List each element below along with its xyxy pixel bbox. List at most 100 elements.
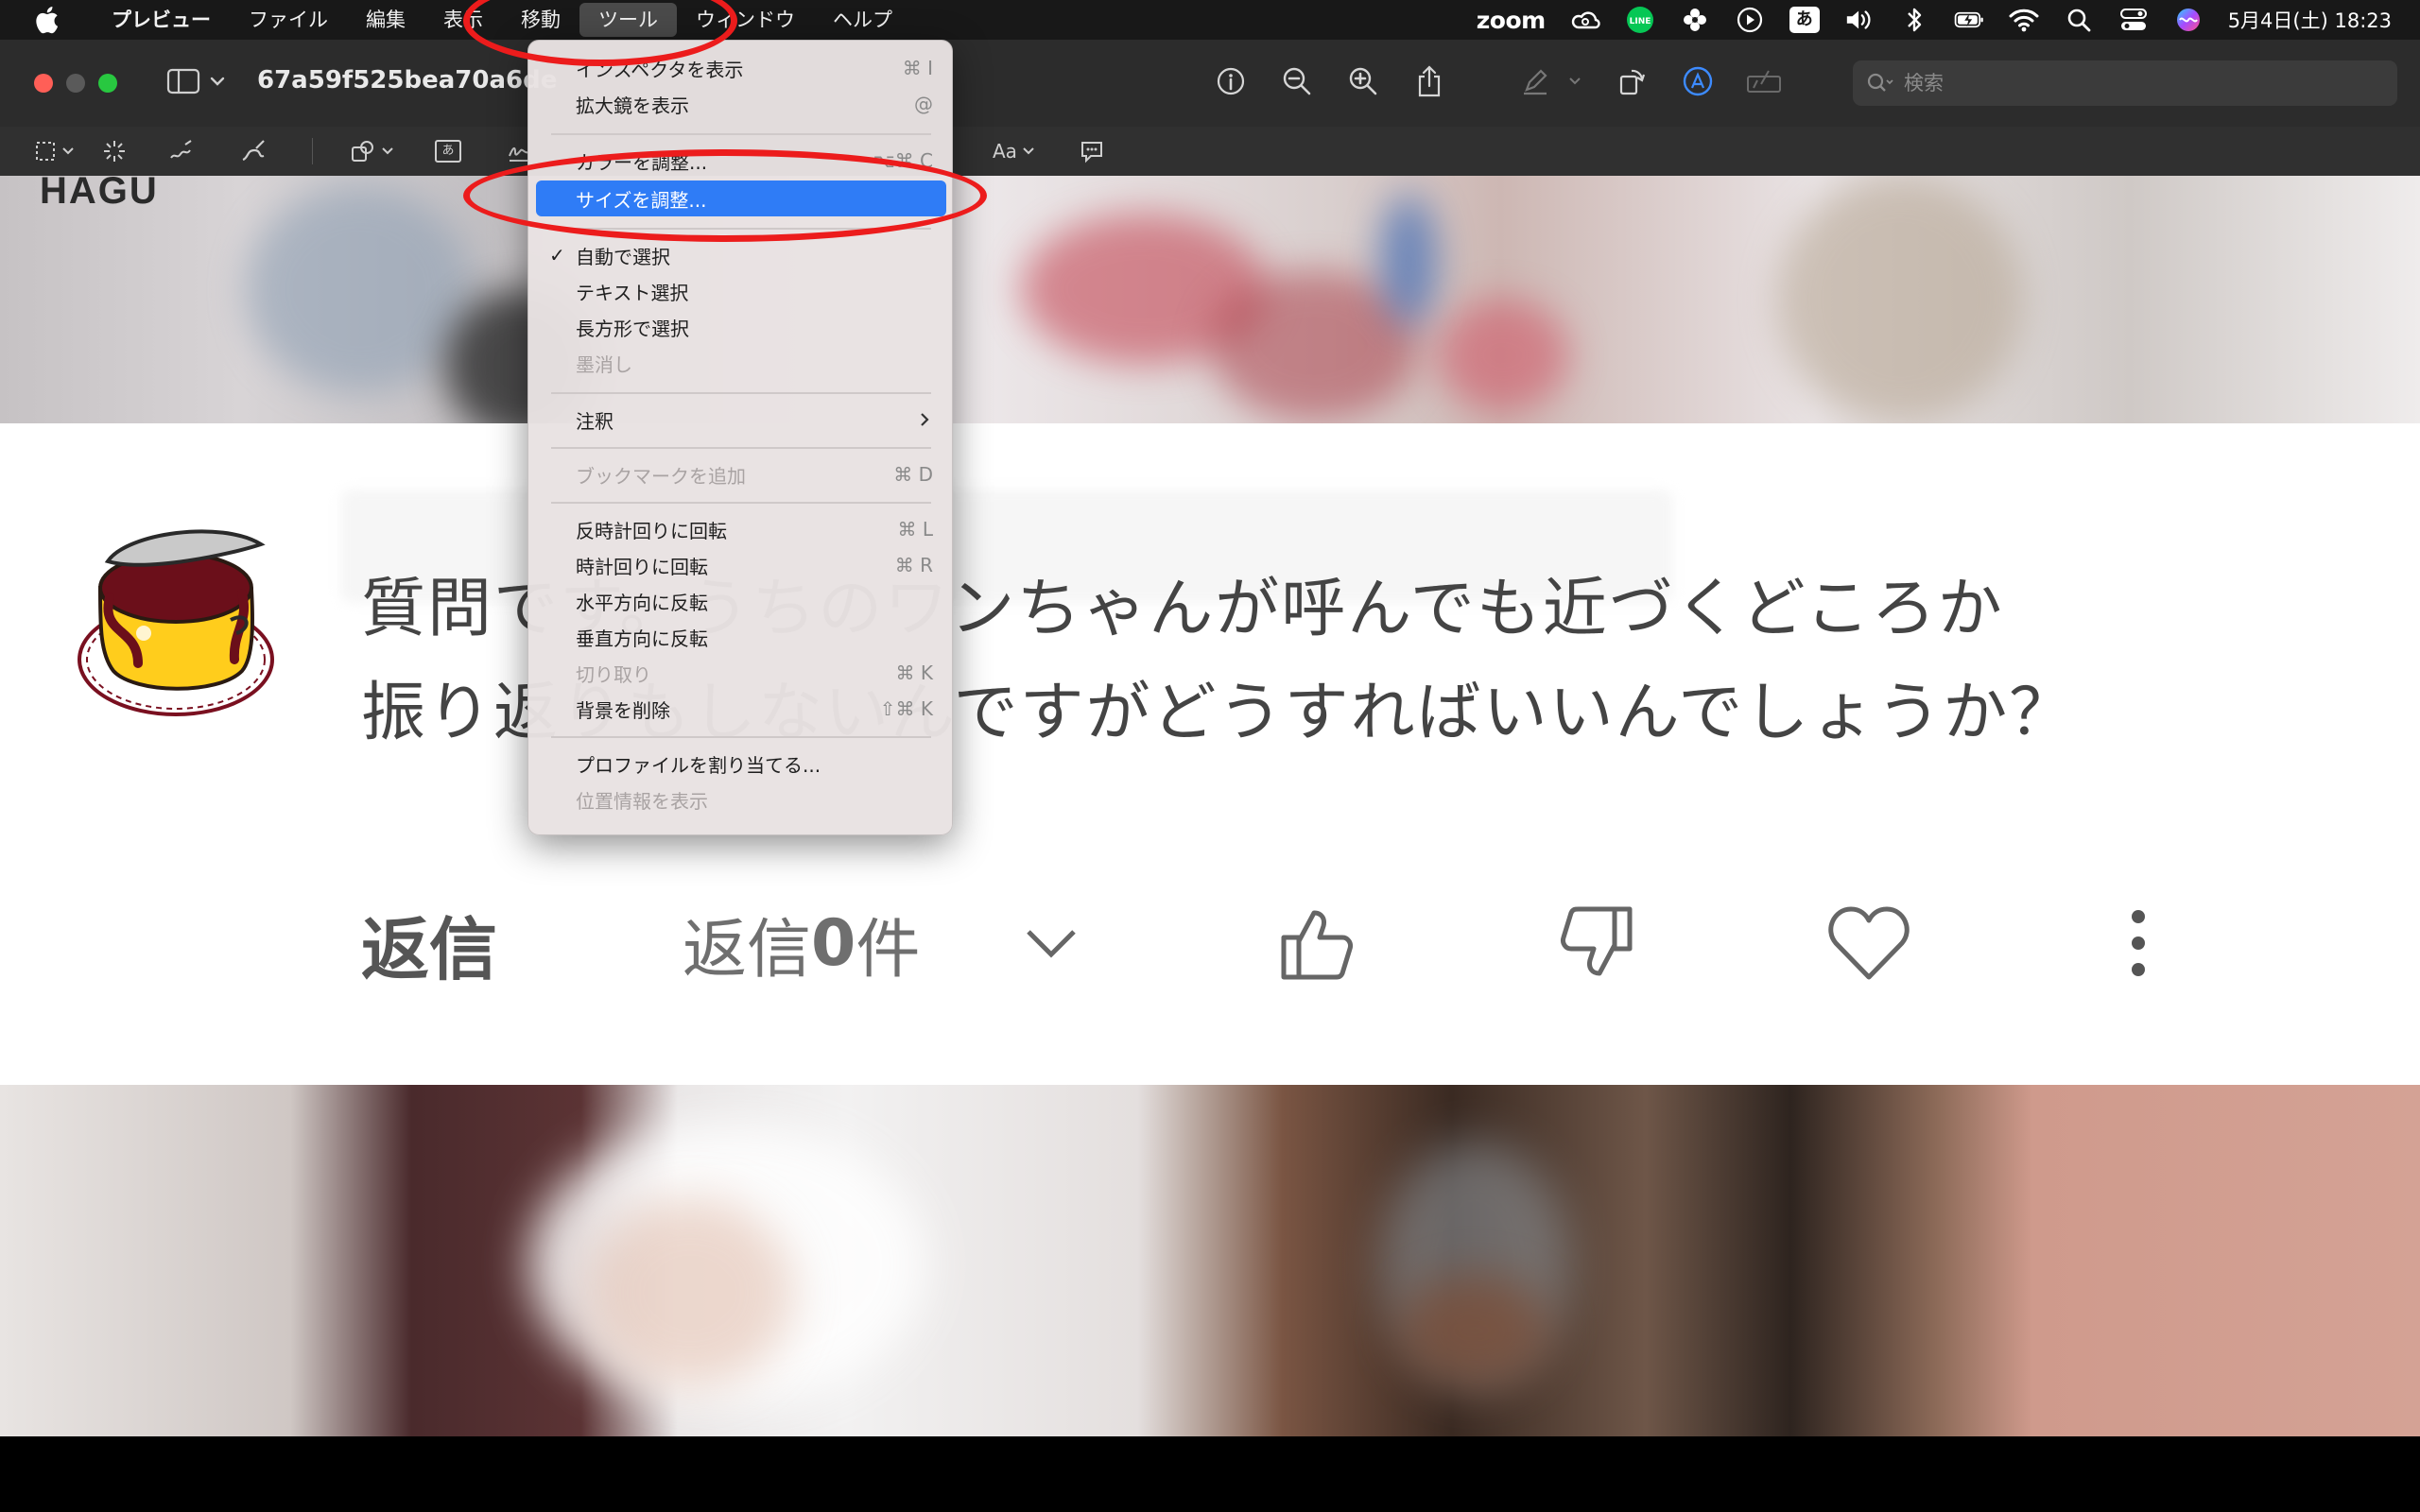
info-icon[interactable] [1212, 62, 1250, 100]
rectangle-selection-icon [36, 142, 55, 161]
creative-cloud-icon[interactable] [1570, 5, 1600, 35]
apple-menu-icon[interactable] [32, 6, 60, 34]
chevron-down-icon [210, 77, 225, 86]
volume-icon[interactable] [1844, 5, 1875, 35]
menu-item-remove-background[interactable]: 背景を削除 ⇧⌘ K [536, 691, 946, 727]
checkmark-icon: ✓ [549, 244, 565, 266]
flower-app-icon[interactable] [1680, 5, 1710, 35]
annotation-ring-adjust-size [463, 149, 987, 242]
draw-icon [242, 140, 265, 162]
zoom-out-icon[interactable] [1278, 62, 1316, 100]
input-method-label: あ [1789, 7, 1820, 33]
menu-edit[interactable]: 編集 [347, 0, 424, 40]
menu-item-show-magnifier[interactable]: 拡大鏡を表示 @ [536, 86, 946, 122]
reply-count-suffix: 件 [856, 912, 921, 988]
menu-item-flip-vertical[interactable]: 垂直方向に反転 [536, 619, 946, 655]
selection-tool-button[interactable] [34, 138, 74, 164]
note-button[interactable] [1080, 138, 1104, 164]
spotlight-search-icon[interactable] [2064, 5, 2094, 35]
thumbs-up-icon [1278, 896, 1357, 990]
form-filling-icon[interactable] [1745, 62, 1783, 100]
line-app-icon[interactable]: LINE [1625, 5, 1655, 35]
comment-actions: 返信 返信 0 件 [361, 896, 2252, 990]
toolbar-buttons [1212, 62, 1783, 100]
reply-label: 返信 [361, 909, 498, 989]
speech-bubble-icon [1081, 142, 1102, 163]
menu-item-rotate-left[interactable]: 反時計回りに回転 ⌘ L [536, 511, 946, 547]
reply-count: 返信 0 件 [683, 896, 920, 990]
shapes-icon [352, 141, 373, 162]
search-field[interactable] [1853, 60, 2397, 106]
bluetooth-icon[interactable] [1899, 5, 1929, 35]
sketch-tool-button[interactable] [168, 138, 195, 164]
menu-item-show-location[interactable]: 位置情報を表示 [536, 782, 946, 817]
text-style-button[interactable]: Aa [993, 138, 1034, 164]
expand-replies-chevron-icon [1023, 896, 1080, 990]
markup-toolbar: あ Aa [0, 127, 2420, 176]
menu-separator [551, 392, 931, 394]
siri-icon[interactable] [2173, 5, 2204, 35]
magic-wand-icon [104, 141, 125, 162]
text-box-icon: あ [435, 140, 461, 163]
menu-item-redact[interactable]: 墨消し [536, 345, 946, 381]
document-canvas: HAGU 質問です。うちのワンちゃんが呼んでも近づくどころか 振り返りもしないん… [0, 176, 2420, 1436]
sidebar-toggle-button[interactable] [166, 68, 225, 94]
thumbs-down-icon [1556, 896, 1635, 990]
markup-toolbar-icon[interactable] [1679, 62, 1717, 100]
menu-bar: プレビュー ファイル 編集 表示 移動 ツール ウィンドウ ヘルプ zoom L… [0, 0, 2420, 40]
menu-file[interactable]: ファイル [230, 0, 347, 40]
wifi-icon[interactable] [2009, 5, 2039, 35]
window-toolbar: 67a59f525bea70a6de [0, 40, 2420, 127]
status-area: zoom LINE あ 5月4日(土) 18:23 [1477, 0, 2392, 40]
chevron-down-icon [1023, 147, 1034, 155]
share-icon[interactable] [1410, 62, 1448, 100]
menu-item-annotate[interactable]: 注釈 [536, 402, 946, 438]
menu-bar-clock[interactable]: 5月4日(土) 18:23 [2228, 6, 2392, 34]
menu-item-rectangle-select[interactable]: 長方形で選択 [536, 309, 946, 345]
line-label: LINE [1629, 17, 1651, 26]
chevron-down-icon [382, 147, 393, 155]
input-method-icon[interactable]: あ [1789, 5, 1820, 35]
text-style-label: Aa [993, 140, 1017, 163]
draw-tool-button[interactable] [240, 138, 267, 164]
menu-item-rotate-right[interactable]: 時計回りに回転 ⌘ R [536, 547, 946, 583]
zoom-status-item[interactable]: zoom [1477, 7, 1546, 34]
control-center-icon[interactable] [2118, 5, 2149, 35]
search-input[interactable] [1904, 72, 2358, 94]
search-icon [1867, 73, 1893, 92]
document-title: 67a59f525bea70a6de [257, 66, 558, 94]
app-menu[interactable]: プレビュー [93, 0, 230, 40]
toolbar-divider [312, 138, 313, 164]
menu-item-add-bookmark[interactable]: ブックマークを追加 ⌘ D [536, 456, 946, 492]
menu-item-crop[interactable]: 切り取り ⌘ K [536, 655, 946, 691]
text-box-button[interactable]: あ [435, 138, 461, 164]
reply-count-prefix: 返信 [683, 912, 812, 988]
menu-item-assign-profile[interactable]: プロファイルを割り当てる... [536, 746, 946, 782]
menu-separator [551, 447, 931, 449]
menu-separator [551, 736, 931, 738]
battery-icon[interactable] [1954, 5, 1984, 35]
rotate-icon[interactable] [1613, 62, 1651, 100]
heart-icon [1826, 896, 1911, 990]
top-photo: HAGU [0, 176, 2420, 440]
comment-card: 質問です。うちのワンちゃんが呼んでも近づくどころか 振り返りもしないんですがどう… [0, 423, 2420, 1085]
menu-separator [551, 502, 931, 504]
instant-alpha-button[interactable] [102, 138, 127, 164]
bottom-photo [0, 1085, 2420, 1436]
menu-help[interactable]: ヘルプ [814, 0, 911, 40]
menu-item-auto-select[interactable]: ✓ 自動で選択 [536, 237, 946, 273]
highlight-options-chevron-icon[interactable] [1565, 62, 1584, 100]
chevron-right-icon [921, 413, 929, 426]
minimize-window-button[interactable] [66, 74, 85, 93]
sketch-icon [170, 140, 192, 159]
zoom-window-button[interactable] [98, 74, 117, 93]
menu-item-text-select[interactable]: テキスト選択 [536, 273, 946, 309]
menu-item-flip-horizontal[interactable]: 水平方向に反転 [536, 583, 946, 619]
highlight-pen-icon[interactable] [1516, 62, 1554, 100]
traffic-lights [34, 74, 117, 93]
close-window-button[interactable] [34, 74, 53, 93]
hagu-logo: HAGU [40, 176, 159, 212]
shapes-button[interactable] [350, 138, 393, 164]
play-circle-icon[interactable] [1735, 5, 1765, 35]
zoom-in-icon[interactable] [1344, 62, 1382, 100]
